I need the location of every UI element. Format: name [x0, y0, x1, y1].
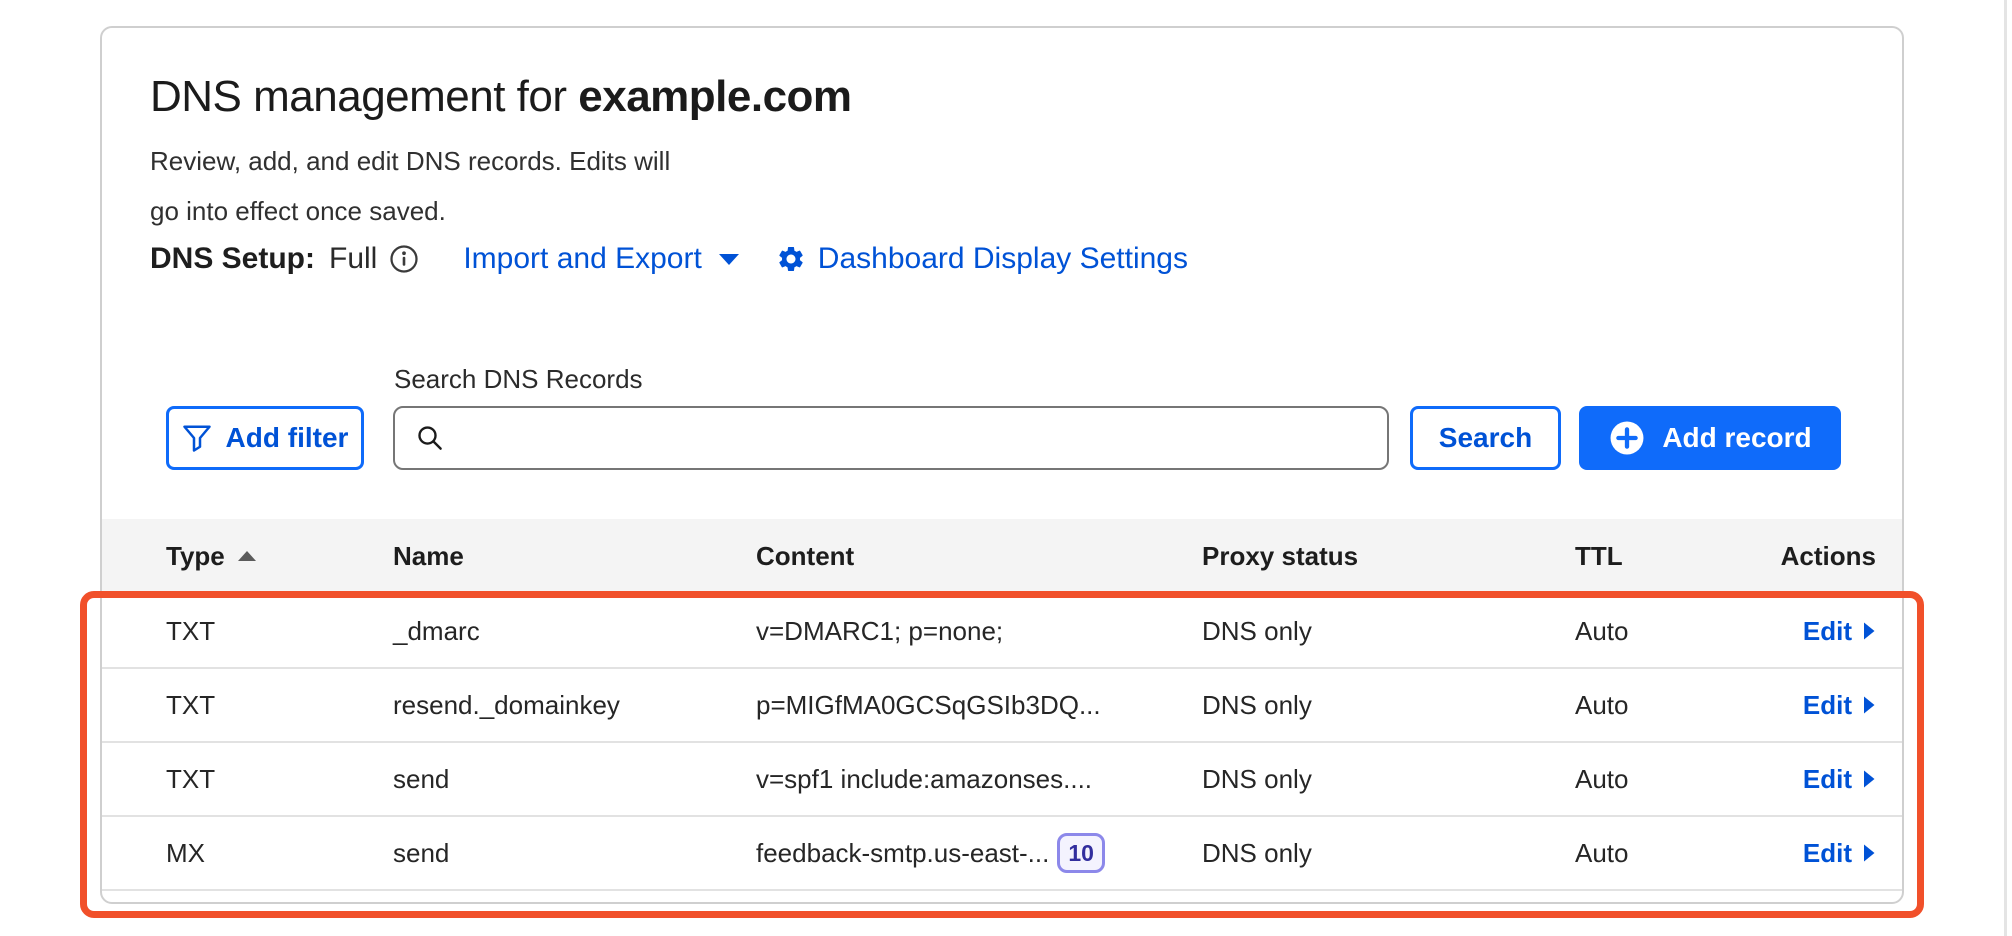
cell-name: send — [393, 764, 756, 795]
edit-record-button[interactable]: Edit — [1803, 690, 1876, 721]
dns-records-table: Type Name Content Proxy status TTL Actio… — [102, 519, 1902, 891]
add-filter-label: Add filter — [226, 422, 349, 454]
cell-name: send — [393, 838, 756, 869]
cell-proxy-status: DNS only — [1202, 616, 1575, 647]
page-right-edge — [2004, 0, 2007, 936]
search-icon — [415, 423, 445, 453]
column-header-name[interactable]: Name — [393, 541, 756, 572]
add-record-label: Add record — [1662, 422, 1811, 454]
page-title-prefix: DNS management for — [150, 72, 578, 121]
caret-down-icon — [718, 253, 740, 266]
column-header-content[interactable]: Content — [756, 541, 1202, 572]
cell-content: p=MIGfMA0GCSqGSIb3DQ... — [756, 690, 1202, 721]
cell-content: v=DMARC1; p=none; — [756, 616, 1202, 647]
dashboard-display-settings-link[interactable]: Dashboard Display Settings — [818, 242, 1188, 276]
page-subtitle: Review, add, and edit DNS records. Edits… — [150, 136, 670, 236]
column-header-proxy-status[interactable]: Proxy status — [1202, 541, 1575, 572]
cell-type: MX — [166, 838, 393, 869]
search-input-container — [393, 406, 1389, 470]
search-button[interactable]: Search — [1410, 406, 1561, 470]
search-records-label: Search DNS Records — [394, 364, 643, 395]
cell-ttl: Auto — [1575, 764, 1767, 795]
table-row-send-mx: MX send feedback-smtp.us-east-... 10 DNS… — [102, 815, 1902, 889]
add-record-button[interactable]: Add record — [1579, 406, 1841, 470]
plus-circle-icon — [1608, 419, 1646, 457]
edit-record-button[interactable]: Edit — [1803, 764, 1876, 795]
page-subtitle-line2: go into effect once saved. — [150, 186, 670, 236]
edit-record-button[interactable]: Edit — [1803, 616, 1876, 647]
cell-type: TXT — [166, 690, 393, 721]
search-input[interactable] — [445, 408, 1387, 468]
add-filter-button[interactable]: Add filter — [166, 406, 364, 470]
table-header-row: Type Name Content Proxy status TTL Actio… — [102, 519, 1902, 593]
cell-type: TXT — [166, 616, 393, 647]
cell-ttl: Auto — [1575, 838, 1767, 869]
chevron-right-icon — [1862, 843, 1876, 863]
column-header-type-label: Type — [166, 541, 225, 572]
chevron-right-icon — [1862, 695, 1876, 715]
filter-funnel-icon — [182, 424, 212, 452]
edit-label: Edit — [1803, 690, 1852, 721]
table-row-send-txt: TXT send v=spf1 include:amazonses.... DN… — [102, 741, 1902, 815]
page-title: DNS management for example.com — [150, 72, 852, 122]
cell-type: TXT — [166, 764, 393, 795]
cell-name: resend._domainkey — [393, 690, 756, 721]
edit-label: Edit — [1803, 838, 1852, 869]
dashboard-display-settings-label: Dashboard Display Settings — [818, 242, 1188, 276]
table-row-dmarc: TXT _dmarc v=DMARC1; p=none; DNS only Au… — [102, 593, 1902, 667]
chevron-right-icon — [1862, 769, 1876, 789]
page-subtitle-line1: Review, add, and edit DNS records. Edits… — [150, 136, 670, 186]
page-title-domain: example.com — [578, 72, 851, 121]
dns-setup-value: Full — [329, 242, 377, 276]
cell-ttl: Auto — [1575, 616, 1767, 647]
toolbar: Add filter Search Add record — [166, 406, 1842, 470]
column-header-ttl[interactable]: TTL — [1575, 541, 1767, 572]
edit-label: Edit — [1803, 616, 1852, 647]
cell-proxy-status: DNS only — [1202, 764, 1575, 795]
dns-setup-row: DNS Setup: Full Import and Export Dashbo… — [150, 242, 1188, 276]
import-export-link[interactable]: Import and Export — [463, 242, 739, 276]
cell-content-text: feedback-smtp.us-east-... — [756, 838, 1049, 869]
column-header-type[interactable]: Type — [166, 541, 393, 572]
priority-badge: 10 — [1057, 833, 1105, 873]
edit-record-button[interactable]: Edit — [1803, 838, 1876, 869]
info-icon[interactable] — [389, 244, 419, 274]
table-row-domainkey: TXT resend._domainkey p=MIGfMA0GCSqGSIb3… — [102, 667, 1902, 741]
cell-ttl: Auto — [1575, 690, 1767, 721]
cell-content: v=spf1 include:amazonses.... — [756, 764, 1202, 795]
import-export-label: Import and Export — [463, 242, 701, 276]
search-button-label: Search — [1439, 422, 1532, 454]
cell-name: _dmarc — [393, 616, 756, 647]
column-header-actions: Actions — [1767, 541, 1876, 572]
dns-management-card: DNS management for example.com Review, a… — [100, 26, 1904, 904]
gear-icon — [776, 244, 806, 274]
cell-content: feedback-smtp.us-east-... 10 — [756, 833, 1202, 873]
edit-label: Edit — [1803, 764, 1852, 795]
chevron-right-icon — [1862, 621, 1876, 641]
dns-setup-label: DNS Setup: — [150, 242, 315, 276]
cell-proxy-status: DNS only — [1202, 690, 1575, 721]
sort-ascending-icon — [237, 550, 257, 562]
cell-proxy-status: DNS only — [1202, 838, 1575, 869]
table-body: TXT _dmarc v=DMARC1; p=none; DNS only Au… — [102, 593, 1902, 891]
